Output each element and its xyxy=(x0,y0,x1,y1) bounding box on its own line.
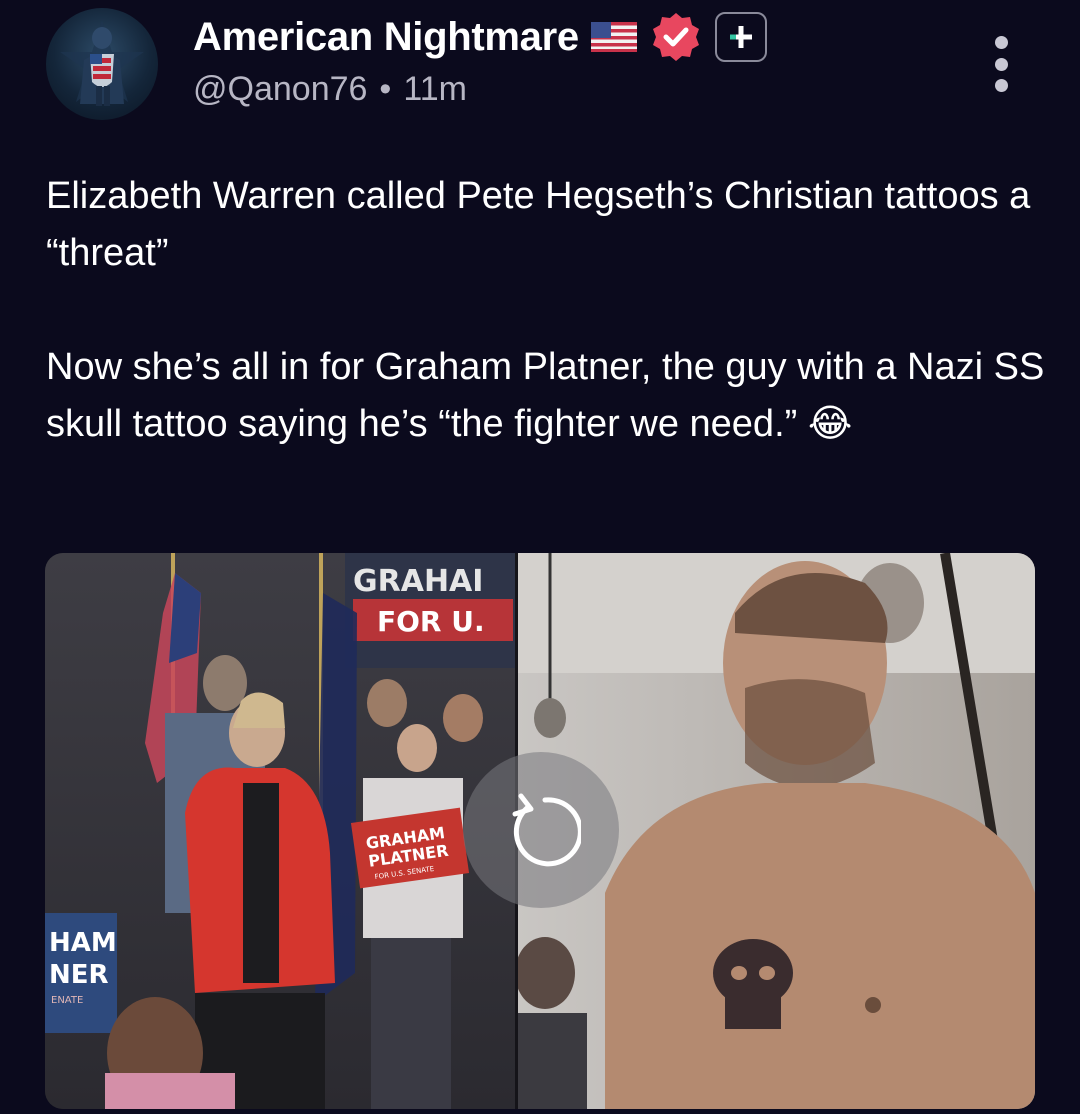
replay-icon xyxy=(512,793,581,867)
left-sign-line2: NER xyxy=(49,960,109,990)
dot-icon xyxy=(994,36,1008,49)
plus-icon xyxy=(729,26,752,48)
post-card: American Nightmare @Qanon76 • 11m Elizab… xyxy=(0,0,1080,1114)
post-text: Elizabeth Warren called Pete Hegseth’s C… xyxy=(46,175,1045,445)
author-handle[interactable]: @Qanon76 xyxy=(193,70,367,109)
captain-america-avatar-icon xyxy=(60,20,144,106)
us-flag-icon xyxy=(590,22,637,52)
left-sign-line1: HAM xyxy=(49,928,117,958)
banner-bottom-text: FOR U. xyxy=(377,605,485,638)
author-name-row: American Nightmare xyxy=(193,12,767,62)
author-meta: @Qanon76 • 11m xyxy=(193,70,467,109)
follow-button[interactable] xyxy=(714,12,767,62)
dot-icon xyxy=(994,57,1008,71)
verified-badge-icon xyxy=(652,13,699,61)
banner-top-text: GRAHAI xyxy=(353,564,483,599)
meta-separator: • xyxy=(379,70,392,108)
left-sign-line3: ENATE xyxy=(51,995,83,1006)
dot-icon xyxy=(994,79,1008,92)
more-options-button[interactable] xyxy=(986,36,1016,92)
author-display-name[interactable]: American Nightmare xyxy=(193,15,579,60)
post-timestamp: 11m xyxy=(403,70,467,108)
replay-button[interactable] xyxy=(463,752,619,908)
author-avatar[interactable] xyxy=(46,8,158,120)
